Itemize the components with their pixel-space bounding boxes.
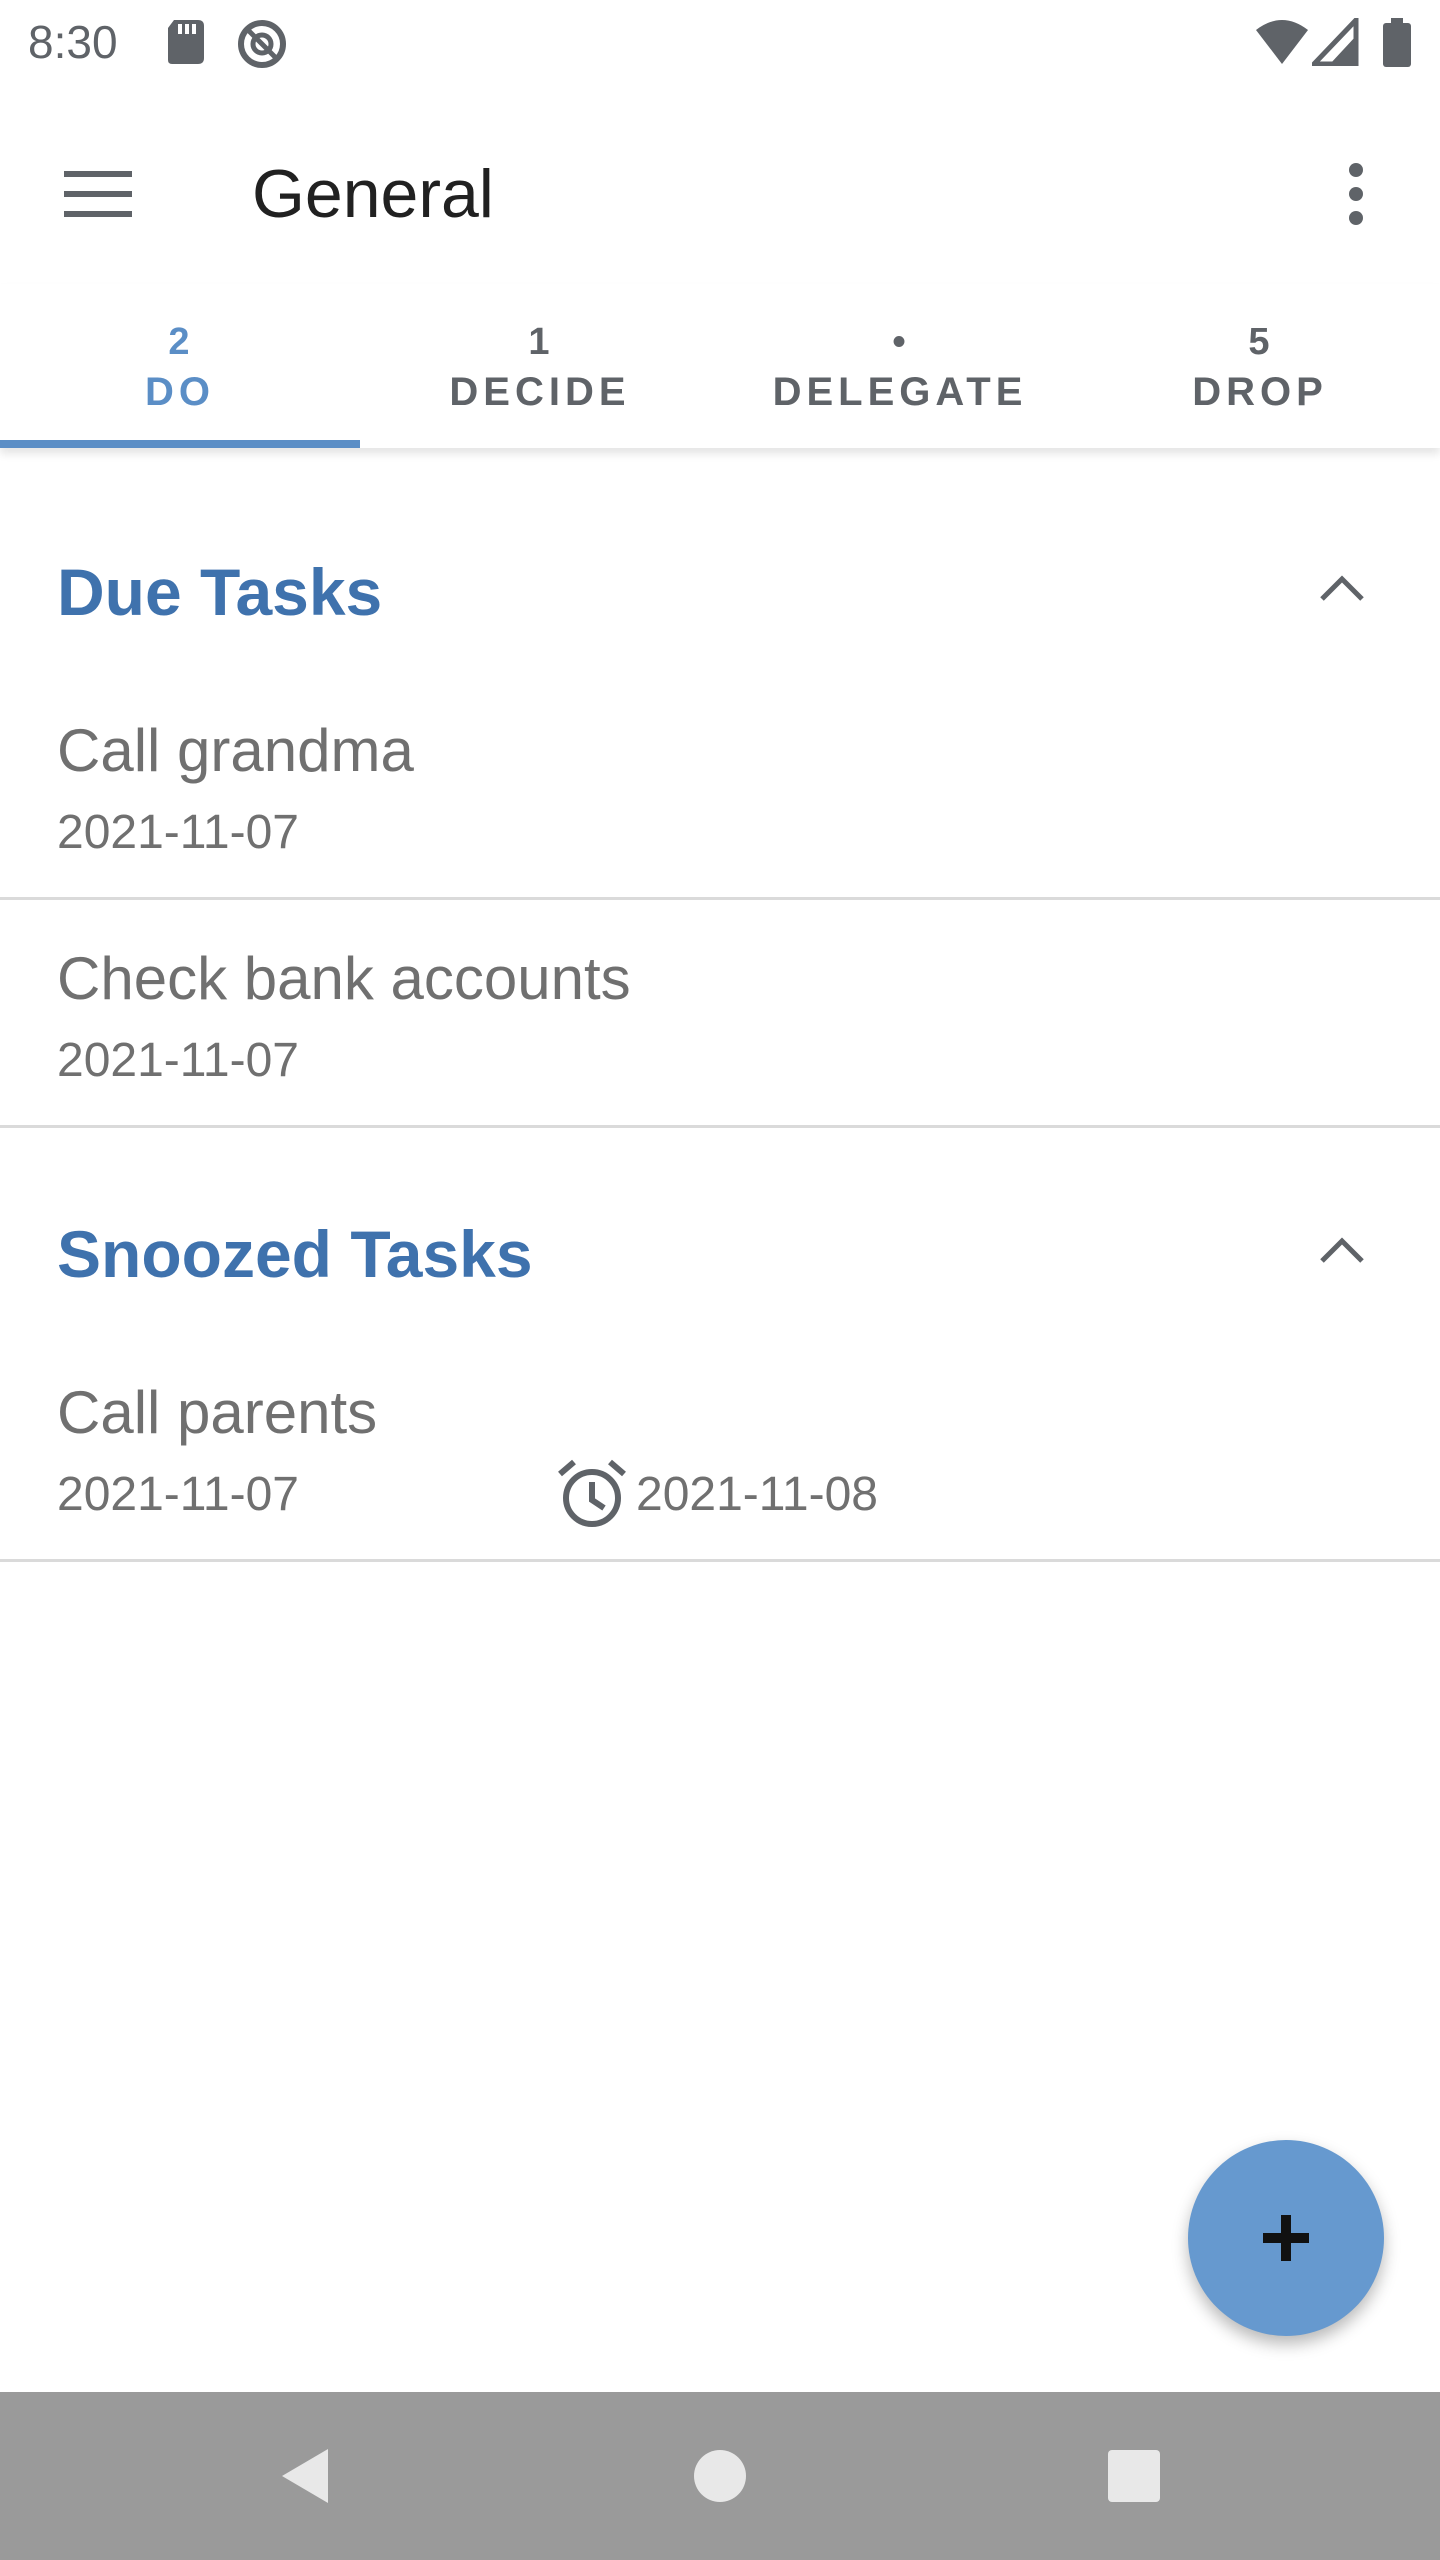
task-date: 2021-11-07: [57, 806, 299, 859]
tab-count: 2: [168, 321, 192, 363]
task-row[interactable]: Call grandma 2021-11-07: [0, 674, 1440, 900]
tab-decide[interactable]: 1 DECIDE: [360, 284, 720, 448]
collapse-snoozed-button[interactable]: [1290, 1210, 1394, 1290]
page-title: General: [252, 156, 494, 232]
hamburger-menu-icon: [64, 171, 132, 217]
signal-icon: [1308, 13, 1360, 71]
tab-label: DROP: [1192, 370, 1328, 414]
task-title: Call grandma: [57, 717, 414, 784]
tab-do[interactable]: 2 DO: [0, 284, 360, 448]
overflow-menu-button[interactable]: [1304, 142, 1408, 246]
nav-recents-button[interactable]: [1084, 2426, 1184, 2526]
alarm-clock-icon: [558, 1459, 626, 1527]
chevron-up-icon: [1320, 1237, 1364, 1263]
battery-icon: [1382, 18, 1412, 73]
wifi-icon: [1254, 18, 1310, 71]
task-row[interactable]: Call parents 2021-11-07 2021-11-08: [0, 1336, 1440, 1562]
section-title: Due Tasks: [57, 555, 383, 629]
task-date: 2021-11-07: [57, 1468, 299, 1521]
tab-delegate[interactable]: • DELEGATE: [720, 284, 1080, 448]
system-nav-bar: [0, 2392, 1440, 2560]
tab-indicator: [0, 440, 360, 448]
task-list[interactable]: Due Tasks Call grandma 2021-11-07 Check …: [0, 448, 1440, 2392]
section-header-snoozed: Snoozed Tasks: [0, 1170, 1440, 1320]
home-circle-icon: [694, 2450, 746, 2502]
back-triangle-icon: [282, 2449, 328, 2503]
tab-bar: 2 DO 1 DECIDE • DELEGATE 5 DROP: [0, 284, 1440, 448]
task-date: 2021-11-07: [57, 1034, 299, 1087]
tab-label: DELEGATE: [772, 370, 1028, 414]
status-time: 8:30: [28, 16, 118, 68]
sd-card-icon: [166, 18, 206, 71]
nav-back-button[interactable]: [254, 2426, 354, 2526]
task-title: Check bank accounts: [57, 945, 631, 1012]
chevron-up-icon: [1320, 575, 1364, 601]
section-header-due: Due Tasks: [0, 508, 1440, 658]
tab-label: DO: [145, 370, 215, 414]
plus-icon: [1263, 2215, 1309, 2261]
more-vert-icon: [1349, 163, 1363, 225]
tab-drop[interactable]: 5 DROP: [1080, 284, 1440, 448]
recents-square-icon: [1108, 2450, 1160, 2502]
task-title: Call parents: [57, 1379, 378, 1446]
app-bar: General: [0, 84, 1440, 284]
nav-home-button[interactable]: [670, 2426, 770, 2526]
menu-button[interactable]: [46, 142, 150, 246]
snooze-date: 2021-11-08: [636, 1468, 878, 1521]
tab-count: 1: [528, 321, 552, 363]
section-title: Snoozed Tasks: [57, 1217, 533, 1291]
collapse-due-button[interactable]: [1290, 548, 1394, 628]
add-task-button[interactable]: [1188, 2140, 1384, 2336]
tab-count: •: [892, 321, 908, 363]
tab-label: DECIDE: [449, 370, 631, 414]
tab-count: 5: [1248, 321, 1272, 363]
status-bar: 8:30: [0, 0, 1440, 84]
sync-icon: [236, 18, 288, 75]
task-row[interactable]: Check bank accounts 2021-11-07: [0, 902, 1440, 1128]
